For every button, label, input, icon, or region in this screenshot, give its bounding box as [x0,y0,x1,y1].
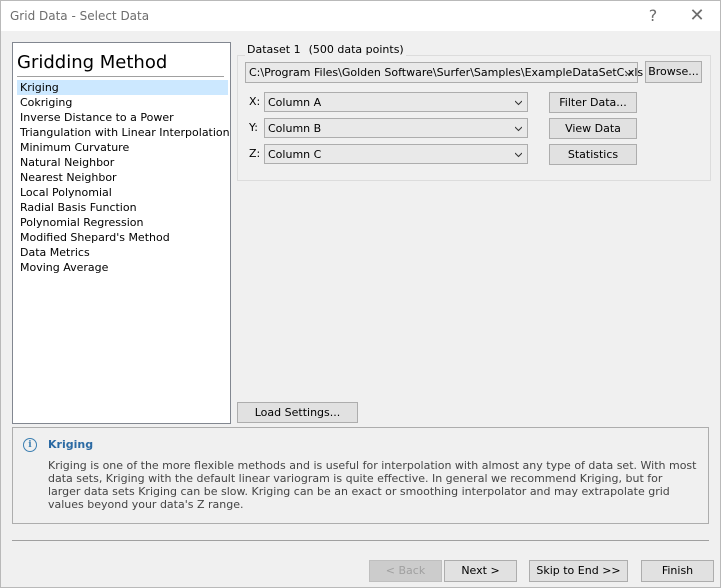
method-item[interactable]: Cokriging [17,95,228,110]
chevron-down-icon [515,100,522,106]
footer-divider [12,540,709,541]
help-button[interactable]: ? [633,4,673,28]
method-info-panel: i Kriging Kriging is one of the more fle… [12,427,709,524]
dataset-label: Dataset 1 (500 data points) [245,43,406,56]
method-item[interactable]: Moving Average [17,260,228,275]
y-column-value: Column B [268,122,322,135]
data-point-count: (500 data points) [308,43,404,56]
finish-button[interactable]: Finish [641,560,714,582]
method-item[interactable]: Data Metrics [17,245,228,260]
x-column-select[interactable]: Column A [264,92,528,112]
skip-to-end-button[interactable]: Skip to End >> [529,560,628,582]
method-item[interactable]: Nearest Neighbor [17,170,228,185]
close-button[interactable]: ✕ [677,4,717,28]
method-item[interactable]: Natural Neighbor [17,155,228,170]
z-label: Z: [249,147,261,160]
browse-button[interactable]: Browse... [645,61,702,83]
data-file-path: C:\Program Files\Golden Software\Surfer\… [249,66,644,79]
back-button[interactable]: < Back [369,560,442,582]
title-bar: Grid Data - Select Data ? ✕ [1,1,720,31]
method-item[interactable]: Polynomial Regression [17,215,228,230]
info-description: Kriging is one of the more flexible meth… [48,459,697,511]
y-column-select[interactable]: Column B [264,118,528,138]
filter-data-button[interactable]: Filter Data... [549,92,637,113]
info-title: Kriging [48,438,94,451]
chevron-down-icon [515,126,522,132]
chevron-down-icon [515,152,522,158]
method-item[interactable]: Radial Basis Function [17,200,228,215]
z-column-select[interactable]: Column C [264,144,528,164]
method-item[interactable]: Minimum Curvature [17,140,228,155]
window-title: Grid Data - Select Data [10,9,150,23]
gridding-method-list: Kriging Cokriging Inverse Distance to a Po… [17,80,230,275]
statistics-button[interactable]: Statistics [549,144,637,165]
method-item[interactable]: Local Polynomial [17,185,228,200]
dataset-name: Dataset 1 [247,43,301,56]
gridding-method-heading: Gridding Method [17,52,168,73]
method-item[interactable]: Kriging [17,80,228,95]
next-button[interactable]: Next > [444,560,517,582]
method-item[interactable]: Modified Shepard's Method [17,230,228,245]
method-item[interactable]: Inverse Distance to a Power [17,110,228,125]
x-label: X: [249,95,261,108]
load-settings-button[interactable]: Load Settings... [237,402,358,423]
heading-divider [17,76,224,77]
z-column-value: Column C [268,148,322,161]
data-file-select[interactable]: C:\Program Files\Golden Software\Surfer\… [245,62,643,83]
y-label: Y: [249,121,258,134]
info-icon: i [23,438,37,452]
gridding-method-panel: Gridding Method Kriging Cokriging Inverse … [12,42,231,424]
chevron-down-icon [625,70,632,76]
view-data-button[interactable]: View Data [549,118,637,139]
method-item[interactable]: Triangulation with Linear Interpolation [17,125,230,140]
x-column-value: Column A [268,96,322,109]
